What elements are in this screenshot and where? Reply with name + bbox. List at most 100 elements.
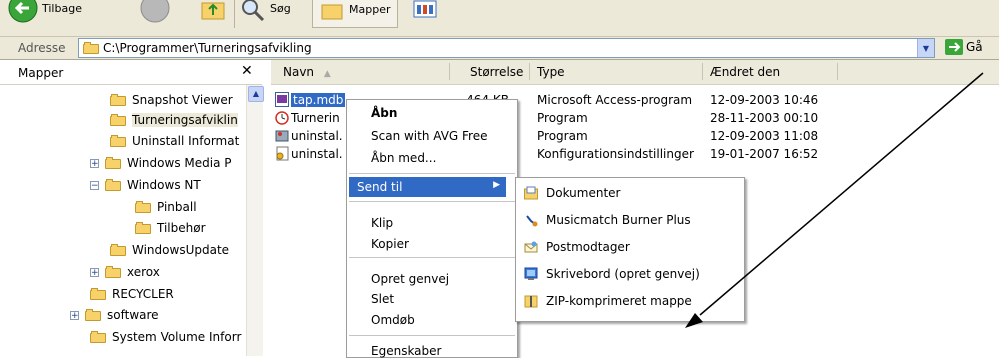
clock-app-icon <box>275 111 289 125</box>
file-modified: 12-09-2003 10:46 <box>710 93 819 107</box>
file-name: uninstal. <box>291 147 343 161</box>
send-to-documents[interactable]: Dokumenter <box>524 183 620 203</box>
search-button[interactable]: Søg <box>240 0 291 26</box>
column-header-name[interactable]: Navn ▲ <box>283 65 331 79</box>
folder-tree-item[interactable]: − Windows NT <box>90 175 201 195</box>
folder-tree-item[interactable]: WindowsUpdate <box>110 240 229 260</box>
folder-tree-scrollbar[interactable]: ▲ <box>246 85 264 356</box>
up-folder-button[interactable] <box>200 0 226 26</box>
column-header-size[interactable]: Størrelse <box>470 65 523 79</box>
send-to-submenu: Dokumenter Musicmatch Burner Plus Postmo… <box>515 177 745 322</box>
folder-icon <box>105 179 121 191</box>
folder-icon <box>110 94 126 106</box>
folder-tree-label: Uninstall Informat <box>132 134 240 148</box>
column-header-modified[interactable]: Ændret den <box>710 65 780 79</box>
address-path: C:\Programmer\Turneringsafvikling <box>103 41 312 55</box>
menu-item-copy[interactable]: Kopier <box>371 237 409 251</box>
scroll-up-icon[interactable]: ▲ <box>248 86 264 102</box>
folder-icon <box>110 114 126 126</box>
toolbar-separator <box>234 0 235 28</box>
menu-item-create-shortcut[interactable]: Opret genvej <box>371 272 449 286</box>
column-divider[interactable] <box>449 63 450 80</box>
back-arrow-icon <box>8 0 38 23</box>
folder-tree-item[interactable]: + Windows Media P <box>90 153 231 173</box>
folder-tree-label: Snapshot Viewer <box>132 93 233 107</box>
toolbar: Tilbage Søg Mapper <box>0 0 999 37</box>
close-icon[interactable]: ✕ <box>241 63 253 79</box>
folder-tree-label: Pinball <box>157 200 197 214</box>
column-header-type[interactable]: Type <box>537 65 565 79</box>
send-to-label: Send til <box>357 180 403 194</box>
folders-pane-title: Mapper <box>18 66 64 80</box>
address-input[interactable]: C:\Programmer\Turneringsafvikling ▼ <box>78 38 935 58</box>
menu-item-open[interactable]: Åbn <box>371 106 397 120</box>
file-modified: 28-11-2003 00:10 <box>710 111 819 125</box>
folder-icon <box>135 201 151 213</box>
folders-icon <box>321 4 343 20</box>
folder-tree-item[interactable]: RECYCLER <box>90 284 174 304</box>
column-divider[interactable] <box>529 63 530 80</box>
file-modified: 19-01-2007 16:52 <box>710 147 819 161</box>
menu-item-send-to[interactable]: Send til ▶ <box>349 177 506 197</box>
send-to-musicmatch[interactable]: Musicmatch Burner Plus <box>524 210 691 230</box>
folder-tree-label: Turneringsafviklin <box>132 113 238 127</box>
file-modified: 12-09-2003 11:08 <box>710 129 819 143</box>
folder-tree-label: System Volume Inforr <box>112 330 242 344</box>
address-bar: Adresse C:\Programmer\Turneringsafviklin… <box>0 37 999 60</box>
folder-tree-item[interactable]: Pinball <box>135 197 197 217</box>
documents-folder-icon <box>524 186 538 200</box>
folder-tree-item[interactable]: Tilbehør <box>135 218 206 238</box>
file-type: Program <box>537 111 588 125</box>
uninstall-app-icon <box>275 130 289 142</box>
context-menu: Åbn Scan with AVG Free Åbn med... Send t… <box>346 99 518 358</box>
folder-icon <box>110 135 126 147</box>
file-name: Turnerin <box>291 111 340 125</box>
menu-item-delete[interactable]: Slet <box>371 292 394 306</box>
desktop-icon <box>524 267 538 280</box>
folder-icon <box>90 331 106 343</box>
menu-item-cut[interactable]: Klip <box>371 216 393 230</box>
folder-tree-item[interactable]: Snapshot Viewer <box>110 90 233 110</box>
menu-separator <box>349 201 515 202</box>
send-to-zip[interactable]: ZIP-komprimeret mappe <box>524 291 692 311</box>
folder-icon <box>83 42 99 57</box>
folder-tree-item[interactable]: System Volume Inforr <box>90 327 241 347</box>
folder-tree-item[interactable]: + software <box>70 305 159 325</box>
menu-item-scan-avg[interactable]: Scan with AVG Free <box>371 129 488 143</box>
forward-button[interactable] <box>140 0 170 26</box>
folders-button[interactable]: Mapper <box>312 0 398 28</box>
folder-icon <box>90 288 106 300</box>
address-dropdown-button[interactable]: ▼ <box>917 39 934 57</box>
folder-tree-label: RECYCLER <box>112 287 174 301</box>
column-divider[interactable] <box>702 63 703 80</box>
musicmatch-icon <box>526 215 538 227</box>
chevron-down-icon: ▼ <box>922 43 930 53</box>
config-file-icon <box>276 146 289 161</box>
column-divider[interactable] <box>837 63 838 80</box>
menu-item-rename[interactable]: Omdøb <box>371 313 415 327</box>
menu-separator <box>349 257 515 258</box>
expand-icon[interactable]: + <box>70 310 79 320</box>
go-arrow-icon <box>945 39 963 55</box>
file-type: Microsoft Access-program <box>537 93 693 107</box>
go-button[interactable]: Gå <box>945 38 983 56</box>
expand-icon[interactable]: + <box>90 267 99 277</box>
folder-tree-item[interactable]: Uninstall Informat <box>110 131 239 151</box>
expand-icon[interactable]: + <box>90 158 99 168</box>
folder-tree-label: software <box>107 308 159 322</box>
send-to-mail-recipient[interactable]: Postmodtager <box>524 237 630 257</box>
folder-icon <box>105 266 121 278</box>
folders-pane-header: Mapper ✕ <box>0 60 262 85</box>
file-type: Konfigurationsindstillinger <box>537 147 694 161</box>
file-type: Program <box>537 129 588 143</box>
folder-tree-item[interactable]: + xerox <box>90 262 160 282</box>
send-to-desktop[interactable]: Skrivebord (opret genvej) <box>524 264 700 284</box>
views-button[interactable] <box>412 0 438 26</box>
collapse-icon[interactable]: − <box>90 180 99 190</box>
folder-tree-label: xerox <box>127 265 160 279</box>
folder-tree-item[interactable]: Turneringsafviklin <box>110 110 238 130</box>
folder-icon <box>135 222 151 234</box>
back-button[interactable]: Tilbage <box>8 0 82 26</box>
menu-item-open-with[interactable]: Åbn med... <box>371 151 436 165</box>
menu-separator <box>349 335 515 336</box>
